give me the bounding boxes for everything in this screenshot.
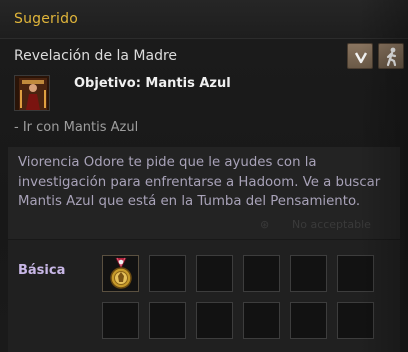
walking-person-icon bbox=[386, 47, 397, 67]
background-lock-icon: ⊛ bbox=[260, 218, 270, 231]
reward-slot[interactable] bbox=[196, 255, 233, 292]
quest-description-text: Viorencia Odore te pide que le ayudes co… bbox=[18, 155, 381, 209]
auto-navigate-button[interactable] bbox=[378, 43, 404, 69]
npc-portrait bbox=[14, 75, 50, 111]
quest-title[interactable]: Revelación de la Madre bbox=[14, 48, 177, 64]
reward-slot[interactable] bbox=[196, 302, 233, 339]
reward-slot[interactable] bbox=[149, 302, 186, 339]
quest-subobjective: - Ir con Mantis Azul bbox=[14, 120, 139, 135]
reward-slot[interactable] bbox=[243, 302, 280, 339]
npc-avatar-icon bbox=[15, 76, 49, 110]
medal-icon bbox=[110, 257, 132, 289]
reward-slot[interactable] bbox=[102, 255, 139, 292]
reward-slot[interactable] bbox=[102, 302, 139, 339]
reward-basic-label: Básica bbox=[18, 263, 66, 278]
reward-slot[interactable] bbox=[337, 255, 374, 292]
background-hint-text: No acceptable bbox=[292, 218, 371, 231]
reward-slot[interactable] bbox=[290, 255, 327, 292]
panel-header: Sugerido bbox=[0, 0, 408, 39]
quest-objective: Objetivo: Mantis Azul bbox=[74, 76, 231, 91]
reward-slot[interactable] bbox=[337, 302, 374, 339]
reward-slot[interactable] bbox=[290, 302, 327, 339]
collapse-button[interactable] bbox=[347, 43, 373, 69]
quest-panel: Sugerido Revelación de la Madre Objetivo… bbox=[0, 0, 408, 352]
chevron-down-icon bbox=[354, 52, 368, 64]
reward-slot[interactable] bbox=[149, 255, 186, 292]
reward-slot[interactable] bbox=[243, 255, 280, 292]
panel-title: Sugerido bbox=[14, 11, 78, 27]
